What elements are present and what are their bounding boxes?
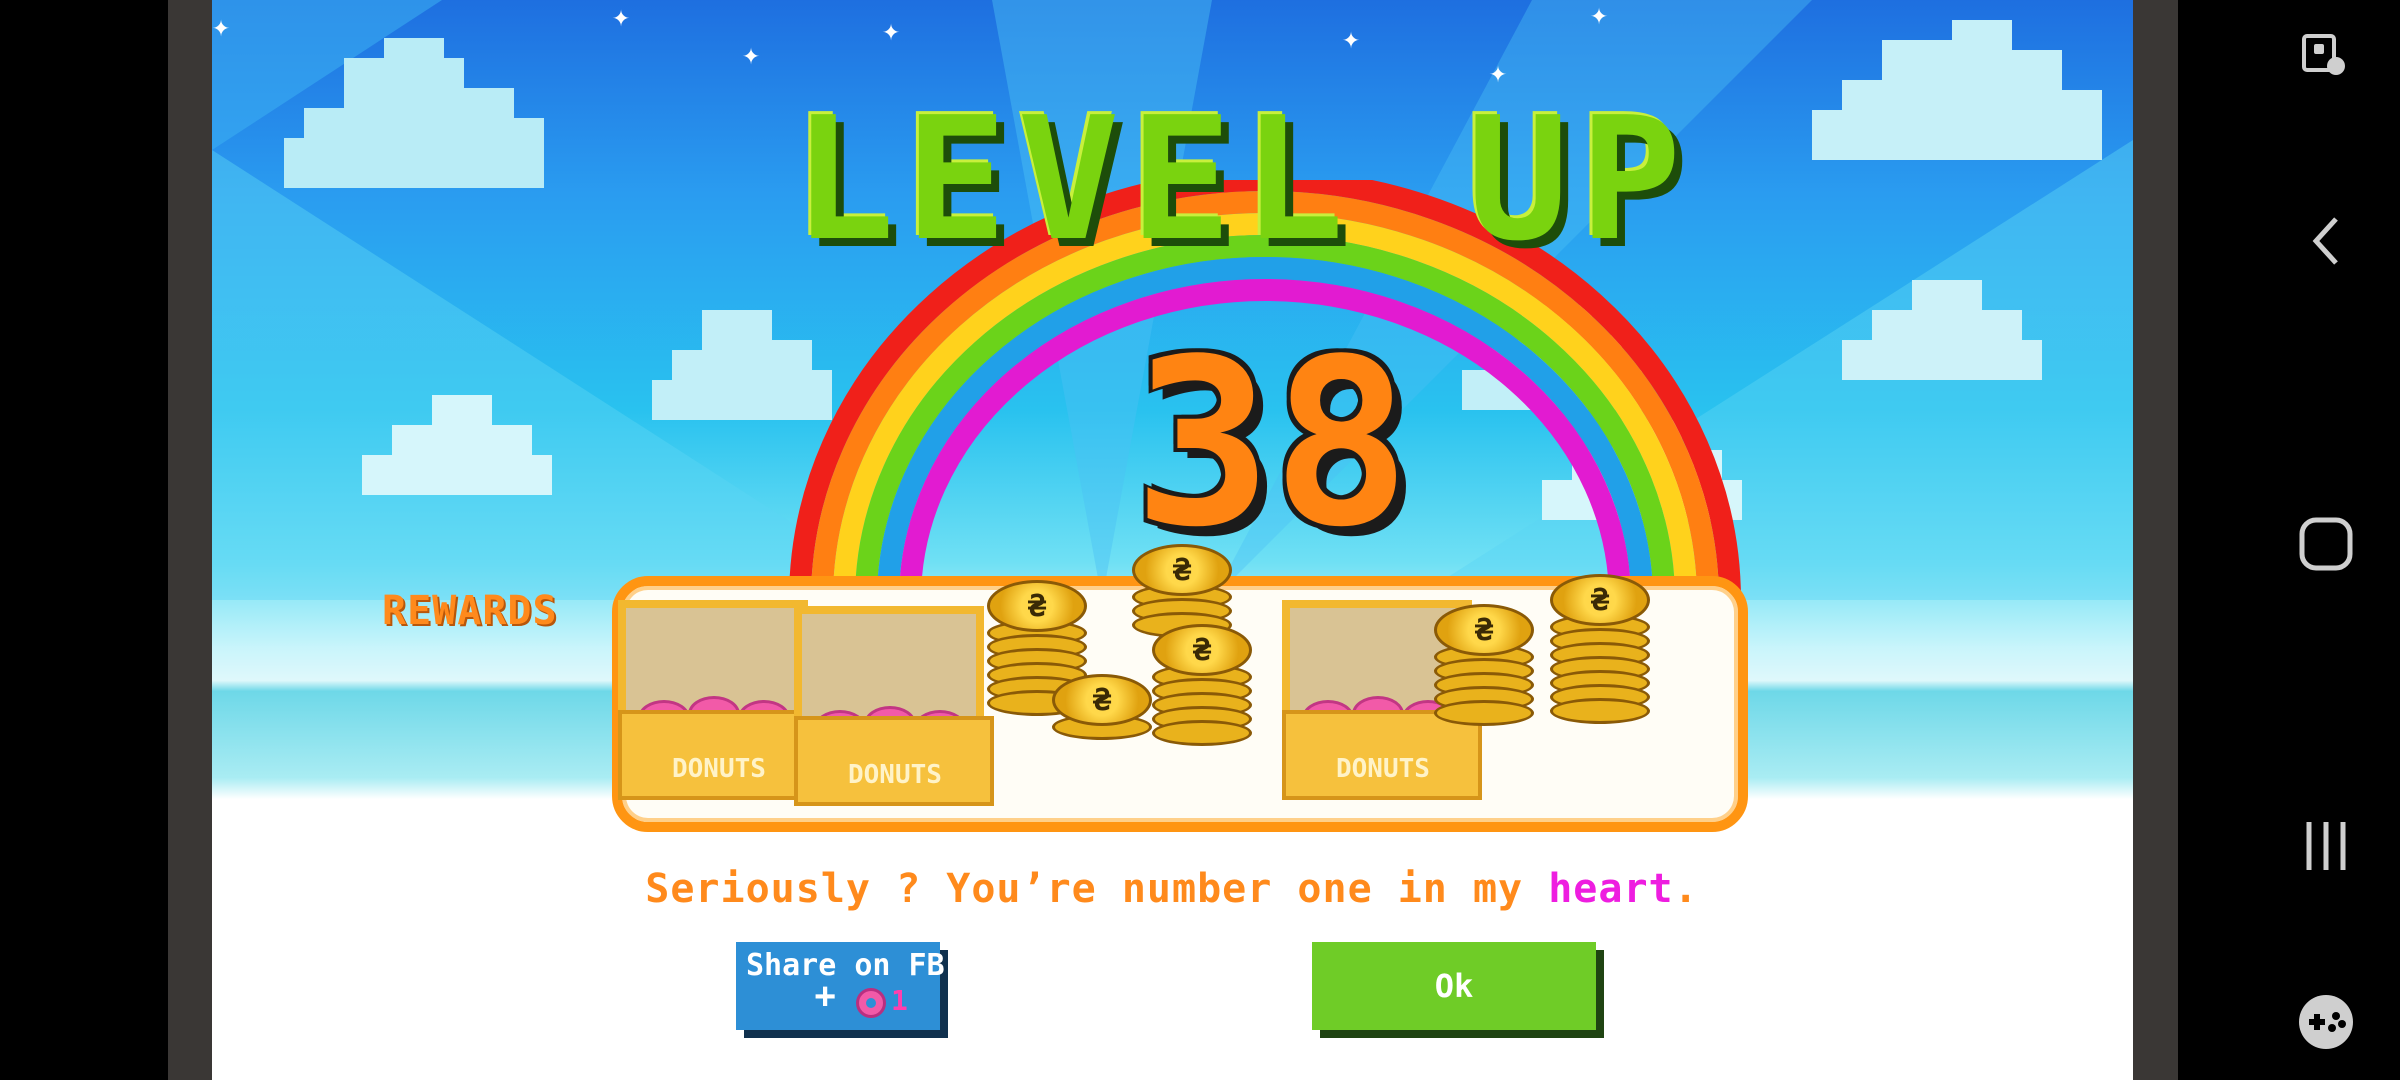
donut-box: DONUTS bbox=[618, 600, 818, 800]
level-up-screen: ✦ ✦ ✦ ✦ ✦ ✦ ✦ LEVEL UP 38 REWARDS DONUTS… bbox=[212, 0, 2133, 1080]
cloud bbox=[1812, 20, 2102, 160]
share-button-label: Share on FB bbox=[746, 948, 945, 983]
star-icon: ✦ bbox=[882, 13, 901, 48]
recents-icon[interactable] bbox=[2290, 810, 2362, 882]
home-icon[interactable] bbox=[2290, 508, 2362, 580]
donut-box-label: DONUTS bbox=[1336, 754, 1430, 784]
cloud bbox=[1842, 280, 2042, 380]
level-up-title: LEVEL UP bbox=[792, 81, 1692, 279]
donut-box-label: DONUTS bbox=[848, 760, 942, 790]
star-icon: ✦ bbox=[212, 9, 231, 44]
back-icon[interactable] bbox=[2290, 205, 2362, 277]
coin-stack bbox=[1052, 674, 1152, 740]
level-number: 38 bbox=[1133, 311, 1411, 578]
donut-icon bbox=[856, 988, 886, 1018]
screen-frame-left bbox=[168, 0, 212, 1080]
game-controller-icon[interactable] bbox=[2290, 986, 2362, 1058]
share-on-fb-button[interactable]: Share on FB + 1 bbox=[736, 942, 945, 1030]
share-reward-count: 1 bbox=[891, 984, 908, 1017]
plus-icon: + bbox=[814, 976, 837, 1018]
screen-frame-right bbox=[2133, 0, 2178, 1080]
cloud bbox=[362, 395, 552, 495]
coin-stack bbox=[1152, 624, 1252, 746]
coin-stack bbox=[1434, 604, 1534, 726]
donut-box: DONUTS bbox=[794, 606, 994, 806]
screen-touch-lock-icon[interactable] bbox=[2290, 20, 2362, 92]
ok-button[interactable]: Ok bbox=[1312, 942, 1596, 1030]
message-highlight: heart bbox=[1548, 866, 1674, 912]
coin-stack bbox=[1550, 574, 1650, 724]
message-end: . bbox=[1673, 866, 1699, 912]
message-text: Seriously ? You’re number one in my bbox=[645, 866, 1549, 912]
star-icon: ✦ bbox=[742, 37, 761, 72]
level-up-message: Seriously ? You’re number one in my hear… bbox=[552, 866, 1792, 912]
star-icon: ✦ bbox=[1590, 0, 1609, 32]
star-icon: ✦ bbox=[612, 0, 631, 34]
rewards-label: REWARDS bbox=[382, 588, 558, 634]
cloud bbox=[284, 38, 544, 188]
donut-box-label: DONUTS bbox=[672, 754, 766, 784]
rewards-panel: DONUTS DONUTS DONUTS bbox=[612, 544, 1748, 832]
star-icon: ✦ bbox=[1342, 21, 1361, 56]
